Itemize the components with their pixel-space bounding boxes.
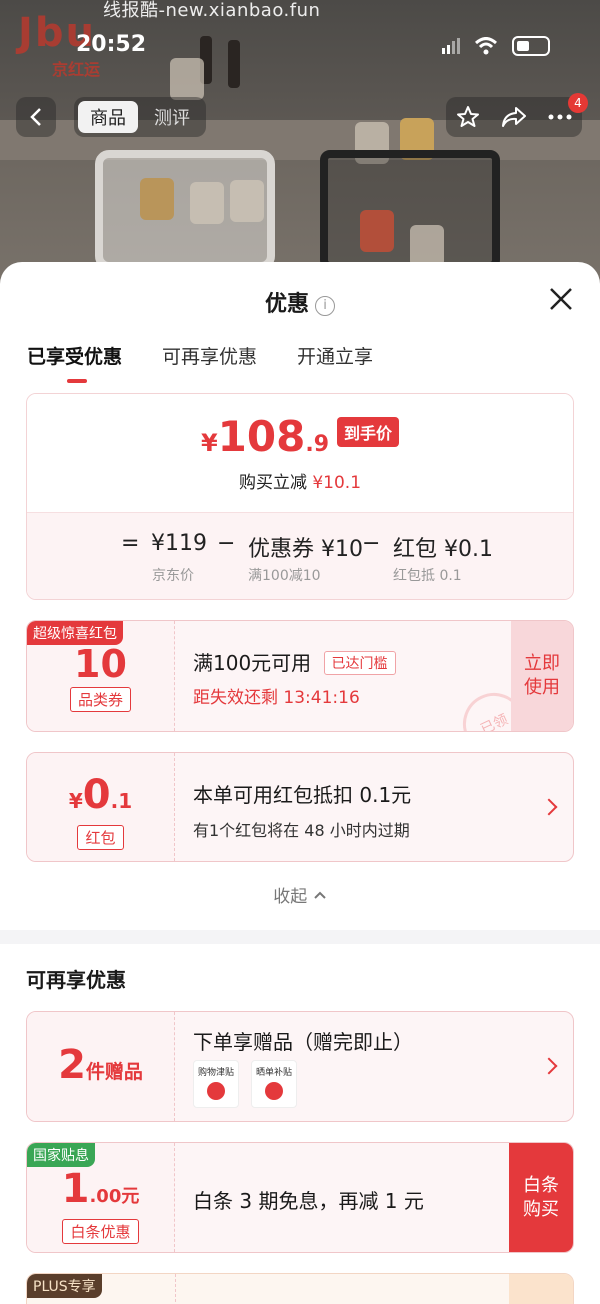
status-time: 20:52 [76,32,147,57]
more-discount-title: 可再享优惠 [26,968,126,992]
redpacket-sub: 有1个红包将在 48 小时内过期 [193,821,410,840]
watermark-text: 线报酷-new.xianbao.fun [103,0,321,21]
back-button[interactable] [16,97,56,137]
reduce-line: 购买立减 ¥10.1 [27,468,573,493]
baitiao-buy-button[interactable]: 白条 购买 [509,1143,573,1252]
battery-icon [512,36,550,56]
coupon-amount: 10 [74,642,127,686]
final-price: ¥108.9 到手价 [27,412,573,461]
status-icons [442,36,550,56]
collapse-button[interactable]: 收起 [0,882,600,907]
reduce-value: ¥10.1 [312,473,362,493]
discount-tabs: 已享受优惠 可再享优惠 开通立享 [27,342,373,383]
sheet-title: 优惠 i [0,286,600,318]
gift-title: 下单享赠品（赠完即止） [193,1030,413,1054]
redpacket-card[interactable]: ¥0.1 红包 本单可用红包抵扣 0.1元 有1个红包将在 48 小时内过期 [26,752,574,862]
formula-coupon: 优惠券 ¥10 [248,537,363,562]
baitiao-int: 1 [61,1166,90,1212]
more-icon[interactable] [548,114,572,120]
price-formula: = ¥119 京东价 − 优惠券 ¥10 满100减10 − 红包 ¥0.1 红… [27,512,573,599]
coupon-card-category: 10 品类券 超级惊喜红包 满100元可用 已达门槛 距失效还剩 13:41:1… [26,620,574,732]
gift-num: 2 [58,1042,86,1088]
sheet-title-text: 优惠 [264,292,309,317]
tab-review[interactable]: 测评 [142,101,202,133]
info-icon[interactable]: i [315,296,335,316]
close-icon[interactable] [546,284,576,314]
price-int: 108 [217,412,306,461]
formula-coupon-sub: 满100减10 [248,568,321,584]
plus-action[interactable] [509,1274,573,1304]
chevron-right-icon [540,1057,558,1075]
baitiao-title: 白条 3 期免息，再减 1 元 [193,1189,424,1213]
nav-tabs: 商品 测评 [74,97,206,137]
chevron-up-icon [313,891,326,899]
gift-card[interactable]: 2件赠品 下单享赠品（赠完即止） 购物津贴 晒单补贴 [26,1011,574,1122]
brand-sub: 京红运 [52,60,101,79]
gift-thumb-1: 购物津贴 [193,1060,239,1108]
signal-icon [442,38,460,54]
gift-unit: 件赠品 [85,1061,143,1083]
gift-count: 2件赠品 [27,1042,174,1088]
tab-more[interactable]: 可再享优惠 [162,342,257,369]
shield-icon [207,1082,225,1100]
price-yen: ¥ [200,429,218,457]
share-icon[interactable] [501,106,527,128]
tab-goods[interactable]: 商品 [78,101,138,133]
coupon-condition: 满100元可用 已达门槛 [193,647,396,676]
coupon-type: 品类券 [69,687,131,712]
tab-enjoyed[interactable]: 已享受优惠 [27,342,122,383]
tab-open[interactable]: 开通立享 [297,342,373,369]
redpacket-title: 本单可用红包抵扣 0.1元 [193,783,412,807]
price-breakdown-card: ¥108.9 到手价 购买立减 ¥10.1 = ¥119 京东价 − 优惠券 ¥1… [26,393,574,600]
coupon-condition-text: 满100元可用 [193,651,312,675]
reduce-label: 购买立减 [238,473,307,493]
star-icon[interactable] [456,105,480,129]
baitiao-dec: .00元 [89,1186,140,1207]
baitiao-card: 1.00元 白条优惠 国家贴息 白条 3 期免息，再减 1 元 白条 购买 [26,1142,574,1253]
redpacket-dec: .1 [110,789,133,813]
formula-minus-2: − [362,531,381,556]
formula-eq: = [121,531,140,556]
formula-minus-1: − [217,531,236,556]
subsidy-corner-tag: 国家贴息 [27,1143,95,1167]
redpacket-int: 0 [82,772,111,818]
threshold-badge: 已达门槛 [323,651,396,675]
formula-jd-price: ¥119 [151,531,207,556]
use-now-button[interactable]: 立即 使用 [511,621,573,731]
coupon-countdown: 距失效还剩 13:41:16 [193,688,360,708]
final-price-tag: 到手价 [337,417,400,447]
collapse-label: 收起 [273,887,308,907]
message-badge: 4 [568,93,588,113]
wifi-icon [474,37,498,55]
redpacket-amount: ¥0.1 [27,773,174,825]
baitiao-amount: 1.00元 [27,1167,174,1219]
plus-card: PLUS专享 [26,1273,574,1304]
gift-thumb-2-label: 晒单补贴 [255,1068,292,1078]
redpacket-type: 红包 [77,825,124,850]
discount-sheet: 优惠 i 已享受优惠 可再享优惠 开通立享 ¥108.9 到手价 购买立减 ¥10.… [0,262,600,1304]
formula-redpacket-sub: 红包抵 0.1 [393,568,462,584]
redpacket-yen: ¥ [68,789,83,813]
baitiao-type: 白条优惠 [62,1219,139,1244]
gift-thumb-2: 晒单补贴 [251,1060,297,1108]
price-dec: .9 [305,432,330,457]
shield-icon [265,1082,283,1100]
gift-thumb-1-label: 购物津贴 [197,1068,234,1078]
chevron-right-icon [540,798,558,816]
plus-corner-tag: PLUS专享 [27,1274,102,1298]
redpacket-amount-block: ¥0.1 红包 [27,753,175,861]
formula-jd-price-sub: 京东价 [152,568,194,584]
formula-redpacket: 红包 ¥0.1 [393,537,493,562]
coupon-corner-tag: 超级惊喜红包 [27,621,123,645]
section-divider [0,930,600,944]
chevron-left-icon [30,108,41,126]
gift-amount-block: 2件赠品 [27,1012,175,1121]
nav-actions [446,97,582,137]
